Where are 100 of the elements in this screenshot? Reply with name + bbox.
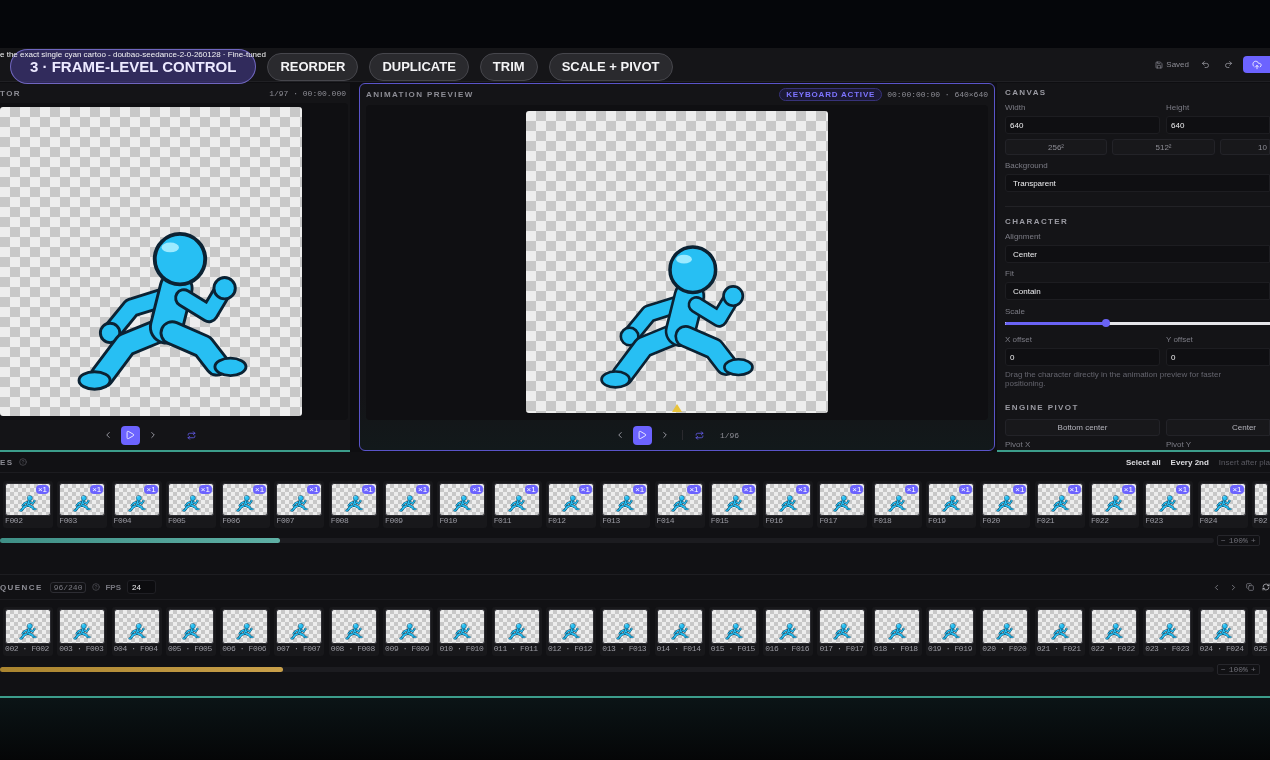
frame-thumbnail[interactable]: ×1 xyxy=(113,483,160,516)
action-button[interactable]: Every 2nd xyxy=(1170,457,1209,467)
frame-card[interactable]: 012 · F012 xyxy=(545,607,596,656)
frame-thumbnail[interactable] xyxy=(1036,609,1083,644)
input-field[interactable]: 640 xyxy=(1166,116,1270,134)
frame-thumbnail[interactable] xyxy=(439,609,486,644)
input-field[interactable]: 0 xyxy=(1166,348,1270,366)
scrollbar-thumb[interactable] xyxy=(0,667,283,672)
frame-thumbnail[interactable] xyxy=(276,609,323,644)
fps-input[interactable]: 24 xyxy=(127,580,156,594)
frame-card[interactable]: 003 · F003 xyxy=(57,607,108,656)
frame-card[interactable]: ×1 F018 xyxy=(871,481,922,528)
frame-card[interactable]: 024 · F024 xyxy=(1197,607,1248,656)
frame-card[interactable]: ×1 F011 xyxy=(491,481,542,528)
frame-thumbnail[interactable]: ×1 xyxy=(1036,483,1083,516)
size-preset-button[interactable]: 512² xyxy=(1112,139,1215,155)
frame-thumbnail[interactable] xyxy=(59,609,106,644)
frame-thumbnail[interactable]: ×1 xyxy=(385,483,432,516)
frame-card[interactable]: ×1 F014 xyxy=(654,481,705,528)
frame-card[interactable]: 007 · F007 xyxy=(274,607,325,656)
frame-thumbnail[interactable] xyxy=(167,609,214,644)
frame-card[interactable]: ×1 F022 xyxy=(1088,481,1139,528)
frame-thumbnail[interactable] xyxy=(1253,609,1268,644)
input-field[interactable]: 0 xyxy=(1005,348,1160,366)
frame-card[interactable]: 016 · F016 xyxy=(763,607,814,656)
frame-card[interactable]: 004 · F004 xyxy=(111,607,162,656)
frame-thumbnail[interactable] xyxy=(710,609,757,644)
frame-card[interactable]: ×1 F005 xyxy=(165,481,216,528)
chevron-right-icon[interactable] xyxy=(1229,582,1238,592)
undo-icon[interactable] xyxy=(1201,60,1210,69)
frame-thumbnail[interactable]: ×1 xyxy=(547,483,594,516)
refresh-icon[interactable] xyxy=(1262,583,1270,591)
frame-card[interactable]: ×1 F024 xyxy=(1197,481,1248,528)
select-field[interactable]: Center xyxy=(1005,245,1270,263)
frame-card[interactable]: 017 · F017 xyxy=(817,607,868,656)
frame-card[interactable]: 005 · F005 xyxy=(165,607,216,656)
frame-thumbnail[interactable] xyxy=(873,609,920,644)
frame-thumbnail[interactable]: ×1 xyxy=(1145,483,1192,516)
frame-thumbnail[interactable] xyxy=(1199,609,1246,644)
select-field[interactable]: Contain xyxy=(1005,282,1270,300)
chevron-left-icon[interactable] xyxy=(1212,582,1221,592)
frame-thumbnail[interactable]: ×1 xyxy=(330,483,377,516)
size-preset-button[interactable]: 10 xyxy=(1220,139,1270,155)
pivot-preset-button[interactable]: Center xyxy=(1166,419,1270,436)
frame-thumbnail[interactable]: ×1 xyxy=(1199,483,1246,516)
frame-card[interactable]: ×1 F017 xyxy=(817,481,868,528)
frame-thumbnail[interactable] xyxy=(5,609,51,644)
frame-card[interactable]: 025 xyxy=(1251,607,1270,656)
play-button[interactable] xyxy=(632,425,652,445)
loop-icon[interactable] xyxy=(694,430,704,440)
frame-thumbnail[interactable]: ×1 xyxy=(5,483,51,516)
frame-card[interactable]: ×1 F023 xyxy=(1143,481,1194,528)
scrollbar-track[interactable] xyxy=(0,667,1214,672)
zoom-in-button[interactable]: + xyxy=(1250,536,1256,545)
slider-thumb[interactable] xyxy=(1101,319,1110,327)
frame-thumbnail[interactable]: ×1 xyxy=(222,483,269,516)
frame-card[interactable]: 011 · F011 xyxy=(491,607,542,656)
scale-slider[interactable] xyxy=(1005,319,1270,327)
frame-thumbnail[interactable] xyxy=(493,609,540,644)
frame-card[interactable]: 020 · F020 xyxy=(980,607,1031,656)
loop-icon[interactable] xyxy=(186,430,196,440)
frame-thumbnail[interactable] xyxy=(1145,609,1192,644)
zoom-out-button[interactable]: − xyxy=(1221,665,1226,674)
transparent-canvas[interactable] xyxy=(526,111,828,413)
zoom-in-button[interactable]: + xyxy=(1250,665,1256,674)
frame-card[interactable]: 019 · F019 xyxy=(926,607,977,656)
frame-thumbnail[interactable]: ×1 xyxy=(59,483,106,516)
frame-card[interactable]: 002 · F002 xyxy=(3,607,53,656)
frame-thumbnail[interactable]: ×1 xyxy=(439,483,486,516)
frame-thumbnail[interactable] xyxy=(602,609,649,644)
frame-thumbnail[interactable] xyxy=(222,609,269,644)
redo-icon[interactable] xyxy=(1224,60,1233,69)
frame-thumbnail[interactable] xyxy=(819,609,866,644)
frame-thumbnail[interactable]: ×1 xyxy=(167,483,214,516)
frame-card[interactable]: 018 · F018 xyxy=(871,607,922,656)
frame-thumbnail[interactable]: ×1 xyxy=(710,483,757,516)
scrollbar-thumb[interactable] xyxy=(0,538,280,543)
frame-card[interactable]: ×1 F013 xyxy=(600,481,651,528)
size-preset-button[interactable]: 256² xyxy=(1005,139,1107,155)
frame-card[interactable]: 015 · F015 xyxy=(708,607,759,656)
frame-card[interactable]: 006 · F006 xyxy=(220,607,271,656)
pivot-preset-button[interactable]: Bottom center xyxy=(1005,419,1160,436)
frame-thumbnail[interactable] xyxy=(656,609,703,644)
frame-thumbnail[interactable] xyxy=(1090,609,1137,644)
frame-card[interactable]: 023 · F023 xyxy=(1143,607,1194,656)
action-button[interactable]: Select all xyxy=(1125,457,1161,467)
scrollbar-track[interactable] xyxy=(0,538,1214,543)
pivot-marker-icon[interactable] xyxy=(672,404,682,412)
frame-card[interactable]: 013 · F013 xyxy=(600,607,651,656)
frame-card[interactable]: ×1 F010 xyxy=(437,481,488,528)
frame-card[interactable]: 014 · F014 xyxy=(654,607,705,656)
frame-card[interactable]: 009 · F009 xyxy=(383,607,434,656)
frame-card[interactable]: ×1 F003 xyxy=(57,481,108,528)
frame-thumbnail[interactable]: ×1 xyxy=(819,483,866,516)
frame-card[interactable]: ×1 F009 xyxy=(383,481,434,528)
frame-card[interactable]: F02 xyxy=(1251,481,1270,528)
frame-thumbnail[interactable] xyxy=(330,609,377,644)
input-field[interactable]: 640 xyxy=(1005,116,1160,134)
frame-thumbnail[interactable] xyxy=(1253,483,1268,516)
frame-thumbnail[interactable]: ×1 xyxy=(276,483,323,516)
